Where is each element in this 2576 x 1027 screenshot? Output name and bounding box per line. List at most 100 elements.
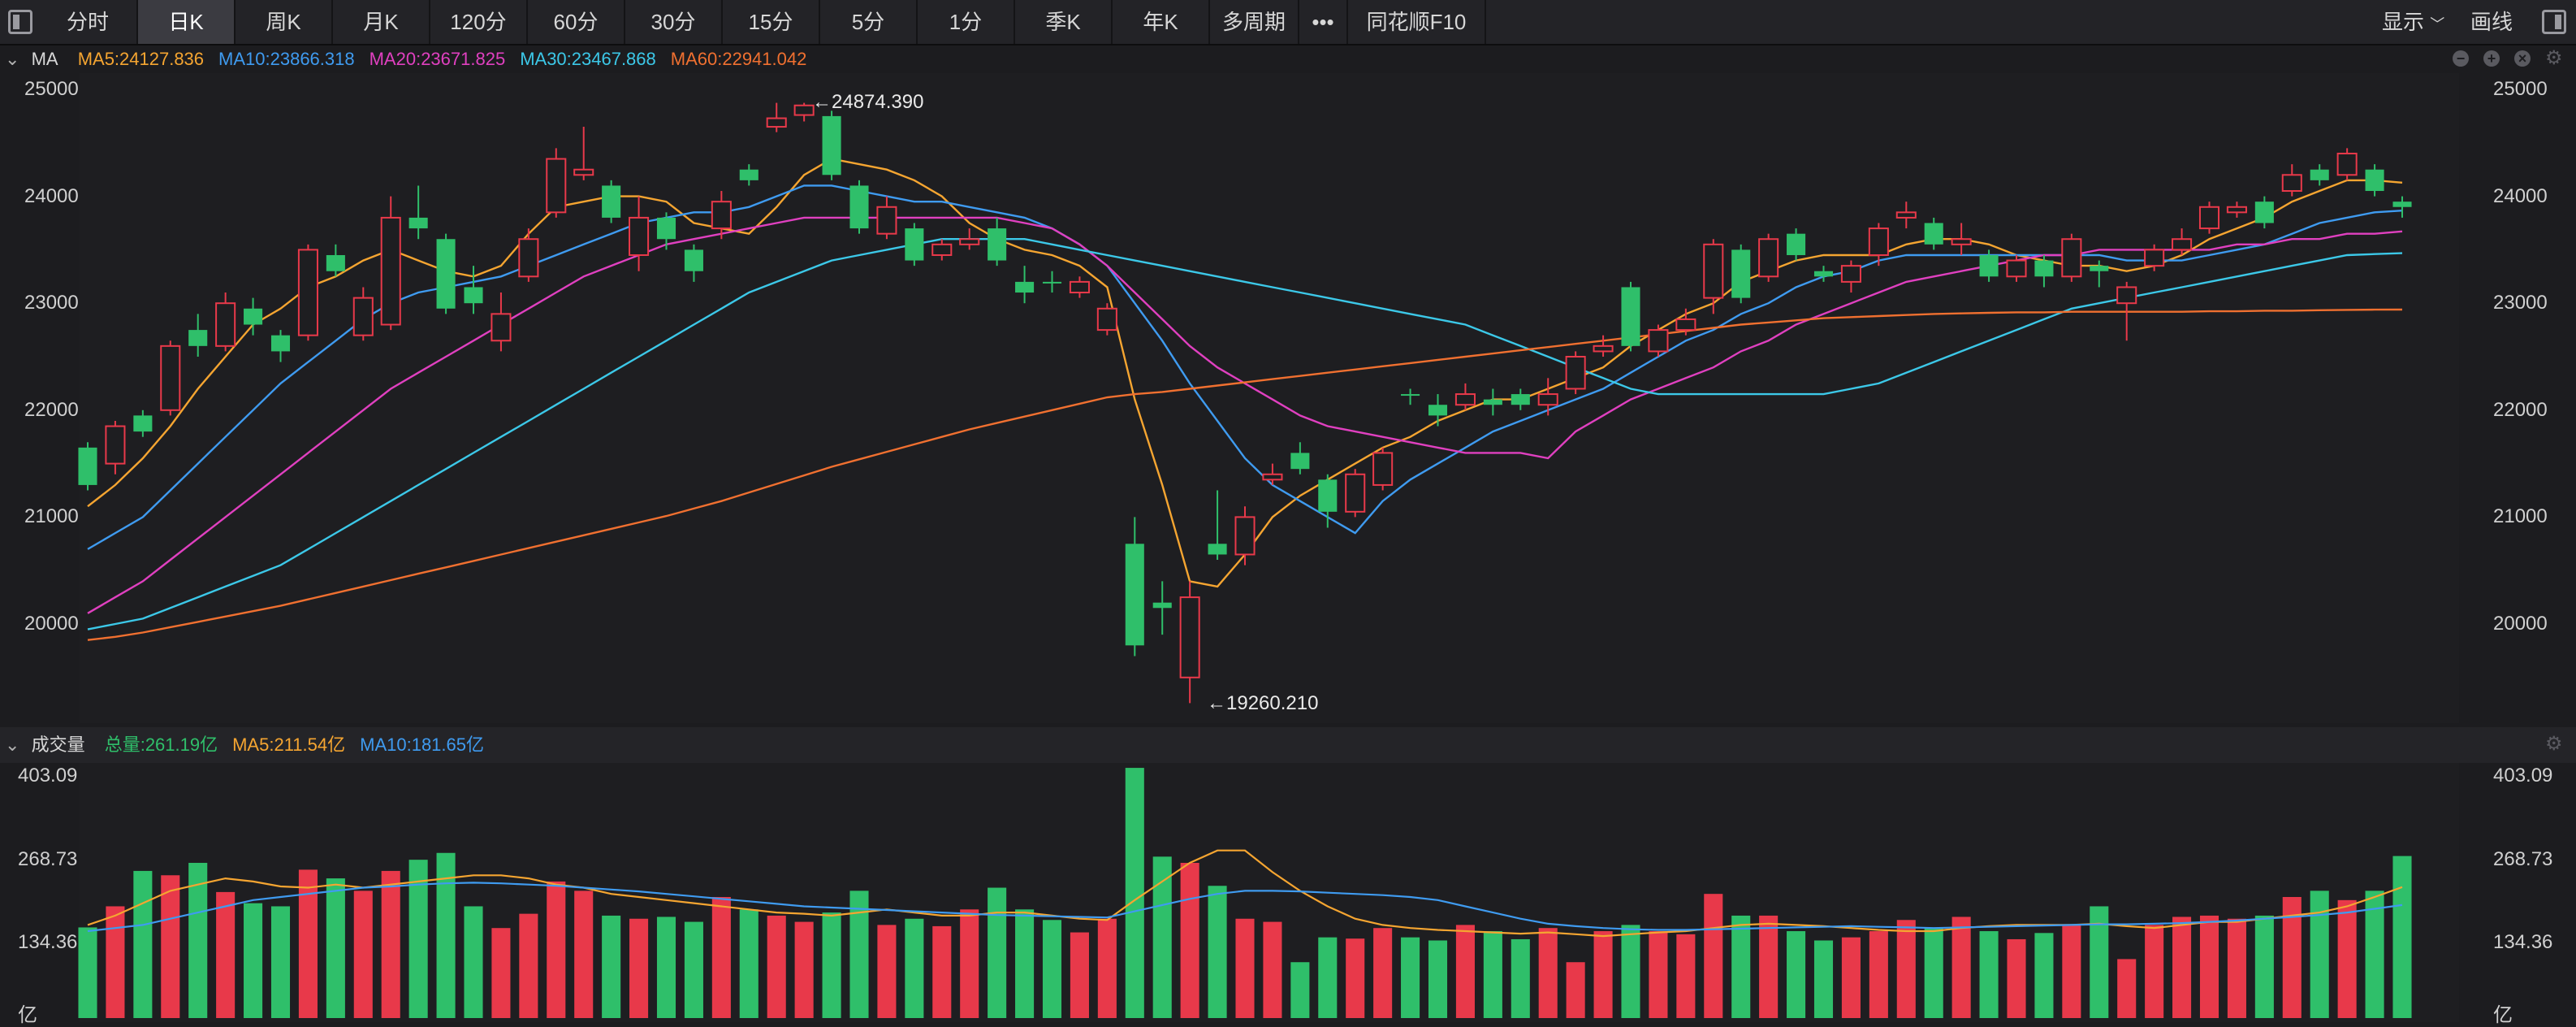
tab-6[interactable]: 30分 [625,0,723,44]
collapse-chevron-icon[interactable]: ⌄ [5,49,19,69]
tab-7[interactable]: 15分 [723,0,820,44]
volume-tick-right-0: 403.09 [2493,765,2553,786]
candle-body [518,238,539,278]
tab-8[interactable]: 5分 [820,0,918,44]
volume-legend: ⌄ 成交量 总量:261.19亿 MA5:211.54亿 MA10:181.65亿 [5,731,513,759]
candle-46 [1345,469,1366,518]
volume-bar-11 [381,870,400,1018]
candle-77 [2198,202,2220,234]
volume-bar-46 [1346,938,1365,1018]
candle-body [988,228,1007,261]
close-icon[interactable]: × [2514,50,2531,67]
volume-bar-45 [1318,937,1338,1018]
volume-bar-75 [2145,925,2164,1018]
tab-12[interactable]: 多周期 [1210,0,1299,44]
candle-body [2392,202,2412,207]
candle-body [905,228,924,261]
candle-body [2310,169,2329,180]
period-toolbar: 分时 日K 周K 月K 120分 60分 30分 15分 5分 1分 季K 年K 多周期 ••• 同花顺… [0,0,2576,46]
candlestick-chart[interactable] [0,73,2576,723]
volume-bar-32 [960,909,979,1018]
candle-body [2281,174,2302,193]
volume-bar-51 [1483,931,1502,1018]
volume-bar-5 [216,891,236,1018]
volume-bar-15 [491,928,511,1018]
volume-bar-76 [2172,916,2192,1018]
tab-3[interactable]: 月K [333,0,430,44]
tab-5[interactable]: 60分 [528,0,625,44]
candle-body [464,287,483,304]
volume-bar-18 [574,890,594,1018]
volume-label[interactable]: 成交量 [32,734,85,755]
volume-bar-62 [1787,931,1806,1018]
volume-bar-34 [1015,909,1035,1018]
volume-bar-3 [161,875,180,1018]
ma-legend-item-3: MA30:23467.868 [520,49,656,69]
candle-body [2336,152,2358,176]
volume-bar-24 [739,909,759,1018]
candle-body [1372,452,1394,486]
f10-button[interactable]: 同花顺F10 [1348,0,1486,44]
display-menu[interactable]: 显示 ﹀ [2382,0,2444,44]
volume-bar-6 [244,903,263,1018]
volume-tick-left-3: 亿 [18,1004,37,1026]
volume-bar-2 [133,870,153,1018]
volume-bar-64 [1841,937,1861,1018]
candle-body [1511,394,1530,405]
settings-gear-icon[interactable]: ⚙ [2545,49,2563,68]
candle-body [656,217,676,240]
candle-body [1318,479,1338,512]
volume-bar-48 [1401,937,1420,1018]
volume-bar-59 [1704,894,1723,1018]
ma-legend: ⌄ MA MA5:24127.836 MA10:23866.318 MA20:236… [5,46,836,73]
candle-60 [1731,244,1751,304]
candle-body [2034,260,2054,277]
candle-body [380,216,401,326]
volume-bar-16 [519,913,538,1018]
tab-0[interactable]: 分时 [39,0,138,44]
panel-toggle-icon[interactable] [2542,10,2566,34]
draw-button[interactable]: 画线 [2470,0,2513,44]
candle-body [602,185,621,218]
volume-chart[interactable] [0,763,2576,1022]
tab-1[interactable]: 日K [138,0,236,44]
tab-2[interactable]: 周K [236,0,333,44]
volume-settings-gear-icon[interactable]: ⚙ [2545,734,2563,754]
zoom-out-icon[interactable]: − [2453,50,2469,67]
candle-body [1290,453,1310,470]
candle-37 [1096,303,1117,336]
candle-body [1924,223,1943,245]
candle-body [160,344,181,411]
price-tick-left-1: 24000 [24,184,79,207]
tab-9[interactable]: 1分 [918,0,1015,44]
ma-legend-item-0: MA5:24127.836 [77,49,205,69]
candle-body [1208,544,1227,555]
candle-body [2006,259,2027,278]
candle-body [1895,211,1917,219]
volume-legend-item-0: 总量:261.19亿 [104,734,218,755]
volume-tick-left-1: 268.73 [18,847,78,870]
candle-13 [436,233,456,314]
volume-bar-50 [1455,925,1475,1018]
candle-body [2172,238,2193,251]
candle-body [822,115,841,176]
low-annotation: ←19260.210 [1207,692,1319,714]
zoom-in-icon[interactable]: + [2483,50,2500,67]
more-periods-button[interactable]: ••• [1299,0,1348,44]
tab-10[interactable]: 季K [1015,0,1113,44]
candle-body [629,216,650,256]
candle-body [352,297,374,336]
collapse-chevron-icon[interactable]: ⌄ [5,734,19,755]
ma-label[interactable]: MA [32,49,58,69]
chevron-down-icon: ﹀ [2430,16,2445,32]
candle-body [793,104,815,116]
sidebar-toggle-icon[interactable] [8,10,32,34]
candle-body [1042,281,1062,284]
volume-bar-20 [629,918,649,1018]
candle-body [1096,307,1117,332]
volume-bar-33 [988,887,1007,1018]
candle-8 [297,244,318,341]
tab-4[interactable]: 120分 [430,0,528,44]
tab-11[interactable]: 年K [1113,0,1210,44]
volume-bar-81 [2310,890,2329,1018]
